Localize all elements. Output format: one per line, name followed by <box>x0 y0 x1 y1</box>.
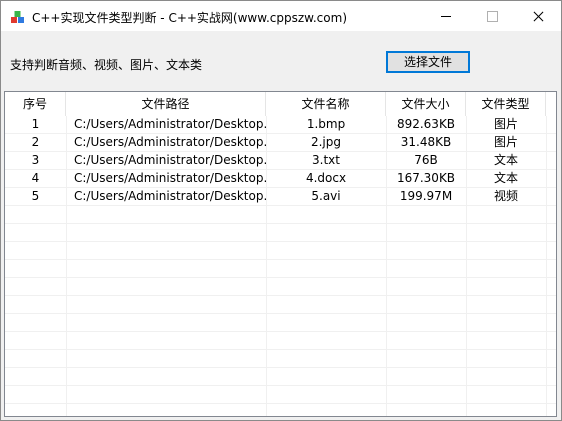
cell-path: C:/Users/Administrator/Desktop... <box>74 153 266 167</box>
cell-size: 892.63KB <box>396 117 456 131</box>
cell-path: C:/Users/Administrator/Desktop... <box>74 189 266 203</box>
table-row[interactable]: 2 C:/Users/Administrator/Desktop... 2.jp… <box>5 134 556 152</box>
cell-path: C:/Users/Administrator/Desktop... <box>74 135 266 149</box>
cell-name: 5.avi <box>311 189 341 203</box>
main-window: C++实现文件类型判断 - C++实战网(www.cppszw.com) 支持判… <box>0 0 562 421</box>
select-file-button[interactable]: 选择文件 <box>386 51 470 73</box>
cell-size: 76B <box>414 153 438 167</box>
window-title: C++实现文件类型判断 - C++实战网(www.cppszw.com) <box>32 11 347 25</box>
column-header-index[interactable]: 序号 <box>5 92 66 116</box>
cell-name: 4.docx <box>305 171 347 185</box>
cell-type: 图片 <box>493 135 518 149</box>
cell-type: 视频 <box>493 189 518 203</box>
grid-line <box>5 259 556 260</box>
table-row[interactable]: 3 C:/Users/Administrator/Desktop... 3.tx… <box>5 152 556 170</box>
grid-line <box>5 349 556 350</box>
cell-size: 31.48KB <box>400 135 452 149</box>
title-bar[interactable]: C++实现文件类型判断 - C++实战网(www.cppszw.com) <box>1 1 561 31</box>
cell-index: 3 <box>31 153 40 167</box>
cell-size: 167.30KB <box>396 171 456 185</box>
cell-name: 3.txt <box>312 153 340 167</box>
grid-line <box>5 223 556 224</box>
cell-size: 199.97M <box>399 189 453 203</box>
column-header-path[interactable]: 文件路径 <box>66 92 266 116</box>
grid-line <box>5 313 556 314</box>
close-button[interactable] <box>515 1 561 31</box>
cell-name: 1.bmp <box>306 117 346 131</box>
cell-index: 4 <box>31 171 40 185</box>
column-header-type[interactable]: 文件类型 <box>466 92 546 116</box>
grid-line <box>5 385 556 386</box>
grid-line <box>5 367 556 368</box>
grid-line <box>5 403 556 404</box>
table-row[interactable]: 5 C:/Users/Administrator/Desktop... 5.av… <box>5 188 556 206</box>
grid-line <box>5 277 556 278</box>
cell-index: 1 <box>31 117 40 131</box>
support-label: 支持判断音频、视频、图片、文本类 <box>10 58 203 72</box>
table-row[interactable]: 4 C:/Users/Administrator/Desktop... 4.do… <box>5 170 556 188</box>
cell-name: 2.jpg <box>310 135 342 149</box>
cell-type: 文本 <box>493 171 518 185</box>
cell-type: 文本 <box>493 153 518 167</box>
maximize-button[interactable] <box>469 1 515 31</box>
cell-type: 图片 <box>493 117 518 131</box>
grid-line <box>5 295 556 296</box>
minimize-button[interactable] <box>423 1 469 31</box>
column-header-size[interactable]: 文件大小 <box>386 92 466 116</box>
column-header-name[interactable]: 文件名称 <box>266 92 386 116</box>
app-cubes-icon <box>11 11 24 23</box>
cell-path: C:/Users/Administrator/Desktop... <box>74 171 266 185</box>
table-header: 序号 文件路径 文件名称 文件大小 文件类型 <box>5 92 556 116</box>
cell-path: C:/Users/Administrator/Desktop... <box>74 117 266 131</box>
cell-index: 5 <box>31 189 40 203</box>
grid-line <box>5 241 556 242</box>
file-table[interactable]: 序号 文件路径 文件名称 文件大小 文件类型 1 C:/Users/Admini… <box>4 91 557 417</box>
grid-line <box>5 331 556 332</box>
cell-index: 2 <box>31 135 40 149</box>
table-row[interactable]: 1 C:/Users/Administrator/Desktop... 1.bm… <box>5 116 556 134</box>
